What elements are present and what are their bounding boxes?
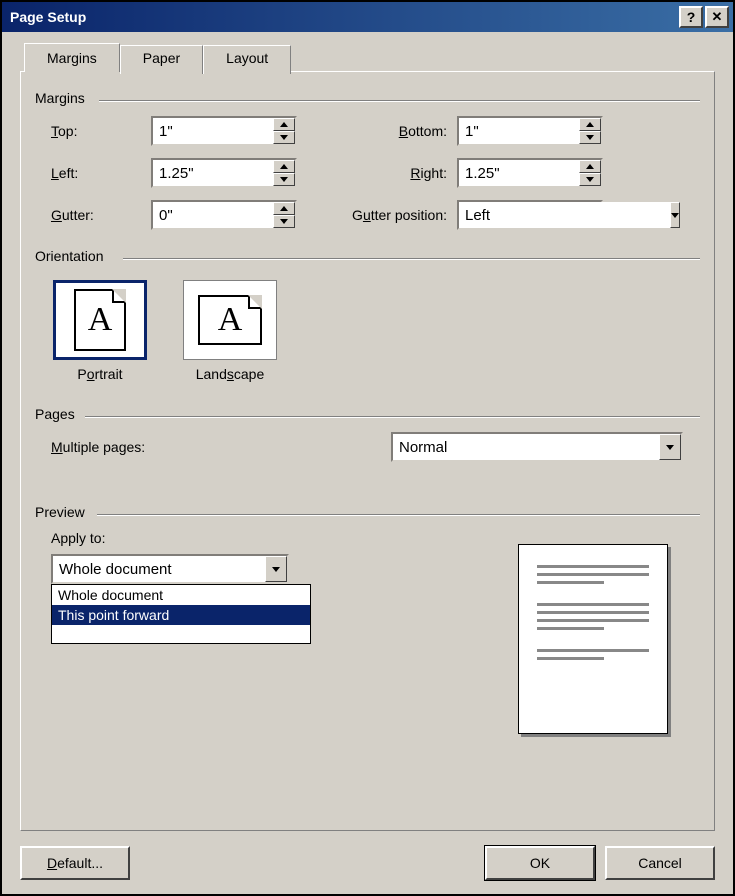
applyto-dropdown-button[interactable] [265, 556, 287, 582]
top-label: Top: [51, 123, 151, 139]
gutter-spinner[interactable] [151, 200, 297, 230]
tab-paper[interactable]: Paper [120, 45, 203, 74]
margins-group: Margins Top: Bottom: [35, 90, 700, 230]
help-icon: ? [687, 9, 696, 25]
bottom-up[interactable] [579, 118, 601, 131]
applyto-option-blank[interactable] [52, 625, 310, 643]
chevron-down-icon [666, 445, 674, 450]
right-label: Right: [297, 165, 457, 181]
applyto-input[interactable] [53, 556, 265, 582]
gutterpos-combo[interactable] [457, 200, 603, 230]
top-down[interactable] [273, 131, 295, 144]
left-down[interactable] [273, 173, 295, 186]
default-button[interactable]: Default... [20, 846, 130, 880]
tab-panel: Margins Top: Bottom: [20, 71, 715, 831]
bottom-input[interactable] [459, 118, 579, 144]
gutter-input[interactable] [153, 202, 273, 228]
portrait-icon: A [53, 280, 147, 360]
preview-thumbnail [518, 544, 668, 734]
bottom-label: Bottom: [297, 123, 457, 139]
bottom-down[interactable] [579, 131, 601, 144]
applyto-option-whole[interactable]: Whole document [52, 585, 310, 605]
gutter-up[interactable] [273, 202, 295, 215]
landscape-icon: A [183, 280, 277, 360]
applyto-option-forward[interactable]: This point forward [52, 605, 310, 625]
top-input[interactable] [153, 118, 273, 144]
applyto-dropdown-list: Whole document This point forward [51, 584, 311, 644]
gutterpos-input[interactable] [459, 202, 670, 228]
left-label: Left: [51, 165, 151, 181]
preview-legend: Preview [35, 504, 85, 520]
chevron-down-icon [272, 567, 280, 572]
pages-legend: Pages [35, 406, 75, 422]
left-up[interactable] [273, 160, 295, 173]
tab-margins[interactable]: Margins [24, 43, 120, 72]
portrait-label: Portrait [53, 366, 147, 382]
right-down[interactable] [579, 173, 601, 186]
preview-group: Preview Apply to: Whole document This po… [35, 504, 700, 724]
window-title: Page Setup [10, 9, 677, 25]
left-input[interactable] [153, 160, 273, 186]
help-button[interactable]: ? [679, 6, 703, 28]
ok-button[interactable]: OK [485, 846, 595, 880]
gutter-down[interactable] [273, 215, 295, 228]
close-icon: ✕ [712, 9, 723, 25]
tab-strip: Margins Paper Layout [24, 42, 715, 71]
tab-layout[interactable]: Layout [203, 45, 291, 74]
right-up[interactable] [579, 160, 601, 173]
title-bar: Page Setup ? ✕ [2, 2, 733, 32]
page-setup-dialog: Page Setup ? ✕ Margins Paper Layout Marg… [0, 0, 735, 896]
orientation-portrait[interactable]: A Portrait [53, 280, 147, 382]
right-spinner[interactable] [457, 158, 603, 188]
gutterpos-dropdown-button[interactable] [670, 202, 680, 228]
orientation-legend: Orientation [35, 248, 103, 264]
multiple-pages-combo[interactable] [391, 432, 683, 462]
top-spinner[interactable] [151, 116, 297, 146]
left-spinner[interactable] [151, 158, 297, 188]
multiple-pages-dropdown-button[interactable] [659, 434, 681, 460]
applyto-combo[interactable] [51, 554, 289, 584]
landscape-label: Landscape [183, 366, 277, 382]
orientation-landscape[interactable]: A Landscape [183, 280, 277, 382]
close-button[interactable]: ✕ [705, 6, 729, 28]
chevron-down-icon [671, 213, 679, 218]
multiple-pages-label: Multiple pages: [51, 439, 391, 455]
right-input[interactable] [459, 160, 579, 186]
gutter-label: Gutter: [51, 207, 151, 223]
cancel-button[interactable]: Cancel [605, 846, 715, 880]
gutterpos-label: Gutter position: [297, 207, 457, 223]
top-up[interactable] [273, 118, 295, 131]
orientation-group: Orientation A Portrait A [35, 248, 700, 388]
bottom-spinner[interactable] [457, 116, 603, 146]
pages-group: Pages Multiple pages: [35, 406, 700, 462]
multiple-pages-input[interactable] [393, 434, 659, 460]
margins-legend: Margins [35, 90, 85, 106]
button-row: Default... OK Cancel [20, 846, 715, 880]
